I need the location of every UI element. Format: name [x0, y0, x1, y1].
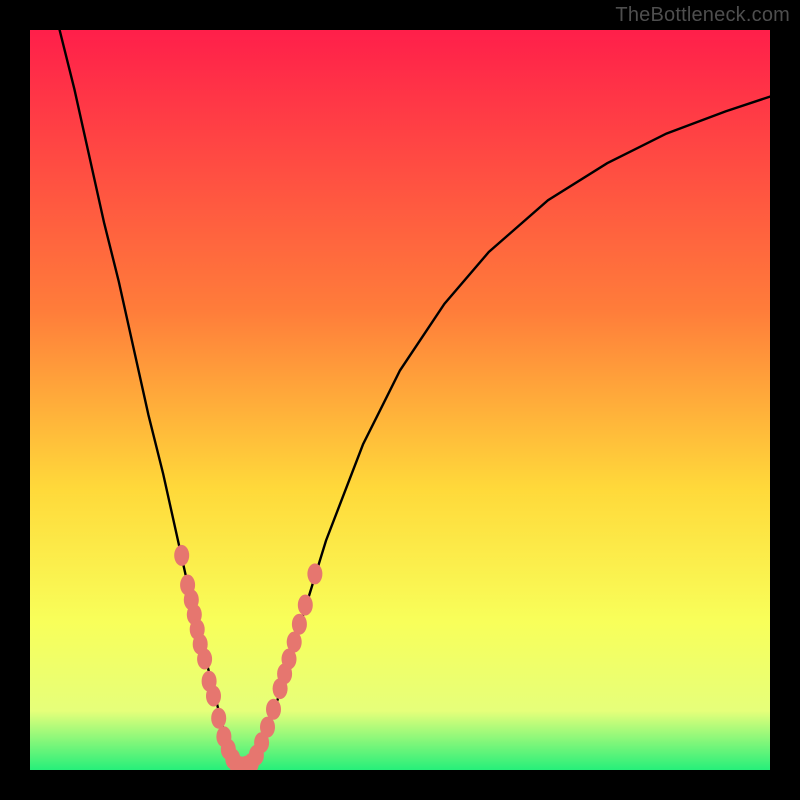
- data-dot: [298, 595, 313, 616]
- data-dot: [174, 545, 189, 566]
- plot-area: [30, 30, 770, 770]
- watermark-text: TheBottleneck.com: [615, 4, 790, 27]
- data-dot: [260, 717, 275, 738]
- gradient-background: [30, 30, 770, 770]
- data-dot: [307, 563, 322, 584]
- data-dot: [292, 614, 307, 635]
- data-dot: [211, 708, 226, 729]
- data-dot: [206, 686, 221, 707]
- outer-frame: TheBottleneck.com: [0, 0, 800, 800]
- bottleneck-chart: [30, 30, 770, 770]
- data-dot: [266, 699, 281, 720]
- data-dot: [197, 649, 212, 670]
